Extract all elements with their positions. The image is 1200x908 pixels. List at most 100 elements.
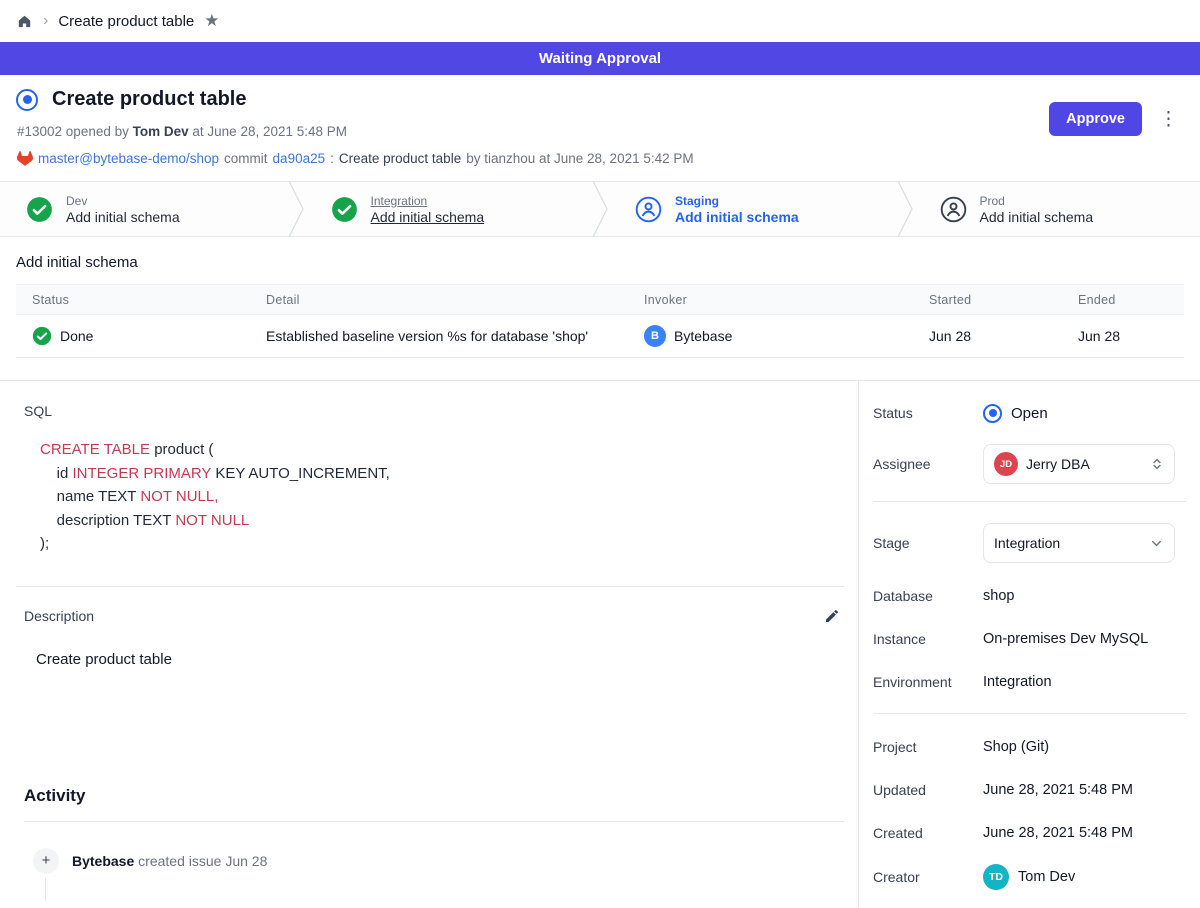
updated-label: Updated	[873, 782, 983, 798]
approve-button[interactable]: Approve	[1049, 102, 1142, 136]
assignee-label: Assignee	[873, 456, 983, 472]
environment-value: Integration	[983, 674, 1052, 690]
bytebase-avatar: B	[644, 325, 666, 347]
commit-line: master@bytebase-demo/shop commit da90a25…	[16, 150, 1176, 166]
pipeline-stage-dev[interactable]: DevAdd initial schema	[0, 182, 287, 236]
assignee-avatar: JD	[994, 452, 1018, 476]
creator-avatar: TD	[983, 864, 1009, 890]
created-value: June 28, 2021 5:48 PM	[983, 825, 1133, 841]
stage-value: Integration	[994, 535, 1060, 551]
sql-line: id INTEGER PRIMARY KEY AUTO_INCREMENT,	[40, 462, 844, 486]
breadcrumb-title[interactable]: Create product table	[58, 13, 194, 30]
divider	[873, 713, 1186, 714]
sql-keyword: NOT NULL	[175, 512, 249, 529]
sidebar: Status Open Assignee JD Jerry DBA	[858, 381, 1200, 908]
database-label: Database	[873, 588, 983, 604]
check-circle-icon	[26, 196, 53, 223]
sql-line: description TEXT NOT NULL	[40, 509, 844, 533]
environment-label: Environment	[873, 674, 983, 690]
table-row[interactable]: Done Established baseline version %s for…	[16, 315, 1184, 358]
row-invoker: Bytebase	[674, 328, 732, 344]
issue-author: Tom Dev	[133, 124, 189, 139]
created-label: Created	[873, 825, 983, 841]
gitlab-icon	[17, 150, 33, 166]
task-section-title: Add initial schema	[16, 254, 1184, 271]
project-label: Project	[873, 739, 983, 755]
col-invoker: Invoker	[628, 293, 913, 307]
open-status-icon	[983, 404, 1002, 423]
stage-task-label: Add initial schema	[371, 209, 485, 225]
sql-line: CREATE TABLE product (	[40, 438, 844, 462]
commit-suffix: by tianzhou at June 28, 2021 5:42 PM	[466, 151, 693, 166]
stage-env-label: Staging	[675, 194, 799, 208]
divider	[16, 586, 844, 587]
col-started: Started	[913, 293, 1062, 307]
sql-line: name TEXT NOT NULL,	[40, 485, 844, 509]
kebab-menu-icon[interactable]: ⋮	[1155, 108, 1182, 131]
task-section: Add initial schema Status Detail Invoker…	[0, 237, 1200, 381]
pipeline-stage-prod[interactable]: ProdAdd initial schema	[914, 182, 1200, 236]
divider	[873, 501, 1186, 502]
sql-keyword: NOT NULL,	[140, 488, 218, 505]
done-check-icon	[32, 326, 52, 346]
breadcrumb-separator-icon: ›	[43, 13, 48, 29]
stage-separator-icon	[896, 182, 914, 236]
assignee-select[interactable]: JD Jerry DBA	[983, 444, 1175, 484]
main-column: SQL CREATE TABLE product ( id INTEGER PR…	[0, 381, 858, 908]
table-header-row: Status Detail Invoker Started Ended	[16, 284, 1184, 315]
commit-hash-link[interactable]: da90a25	[273, 151, 326, 166]
stage-select[interactable]: Integration	[983, 523, 1175, 563]
pipeline-stage-staging[interactable]: StagingAdd initial schema	[609, 182, 896, 236]
issue-meta: #13002 opened by Tom Dev at June 28, 202…	[16, 124, 1176, 139]
waiting-approval-banner: Waiting Approval	[0, 42, 1200, 75]
issue-title: Create product table	[52, 88, 246, 111]
sql-text: id	[40, 465, 73, 482]
project-value[interactable]: Shop (Git)	[983, 739, 1049, 755]
sql-text: product (	[150, 441, 213, 458]
person-circle-icon	[635, 196, 662, 223]
assignee-value: Jerry DBA	[1026, 456, 1090, 472]
sql-text: description TEXT	[40, 512, 175, 529]
col-ended: Ended	[1062, 293, 1184, 307]
stage-task-label: Add initial schema	[66, 209, 180, 225]
chevron-down-icon	[1149, 536, 1164, 551]
row-status: Done	[60, 328, 93, 344]
task-table: Status Detail Invoker Started Ended Done…	[16, 284, 1184, 358]
person-circle-icon	[940, 196, 967, 223]
stage-label: Stage	[873, 535, 983, 551]
stage-separator-icon	[591, 182, 609, 236]
commit-message: Create product table	[339, 151, 461, 166]
row-detail: Established baseline version %s for data…	[250, 328, 628, 344]
description-text: Create product table	[36, 651, 844, 668]
status-label: Status	[873, 405, 983, 421]
edit-pencil-icon[interactable]	[822, 606, 842, 626]
stage-env-label: Integration	[371, 194, 485, 208]
activity-title: Activity	[24, 786, 844, 806]
issue-id-opened: #13002 opened by	[17, 124, 129, 139]
instance-value: On-premises Dev MySQL	[983, 631, 1148, 647]
status-value: Open	[1011, 405, 1048, 422]
row-ended: Jun 28	[1062, 328, 1184, 344]
database-value: shop	[983, 588, 1014, 604]
activity-action: created issue Jun 28	[138, 853, 267, 869]
stage-task-label: Add initial schema	[980, 209, 1094, 225]
activity-entry: + Bytebase created issue Jun 28	[33, 848, 844, 874]
home-icon[interactable]	[16, 13, 33, 30]
stage-task-label: Add initial schema	[675, 209, 799, 225]
star-icon[interactable]: ★	[204, 11, 219, 31]
sql-keyword: CREATE TABLE	[40, 441, 150, 458]
pipeline-stage-integration[interactable]: IntegrationAdd initial schema	[305, 182, 592, 236]
sql-text: KEY AUTO_INCREMENT,	[211, 465, 390, 482]
commit-word: commit	[224, 151, 268, 166]
issue-open-status-icon	[16, 89, 38, 111]
banner-text: Waiting Approval	[539, 50, 661, 67]
timeline-connector	[45, 878, 46, 902]
activity-author: Bytebase	[72, 853, 134, 869]
sql-line: );	[40, 532, 844, 556]
stage-env-label: Prod	[980, 194, 1094, 208]
issue-time: at June 28, 2021 5:48 PM	[192, 124, 347, 139]
creator-value: Tom Dev	[1018, 869, 1075, 885]
branch-repo-link[interactable]: master@bytebase-demo/shop	[38, 151, 219, 166]
commit-colon: :	[330, 151, 334, 166]
instance-label: Instance	[873, 631, 983, 647]
